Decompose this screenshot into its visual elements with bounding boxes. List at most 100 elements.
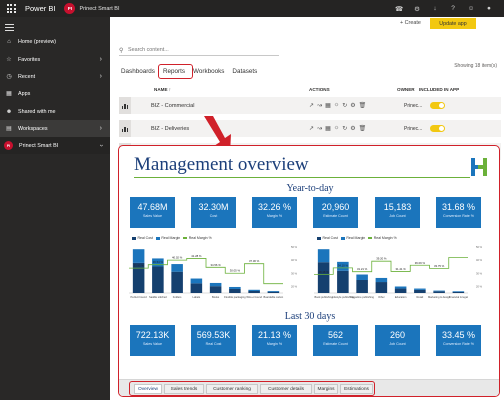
clock-icon: ◷ <box>6 74 12 80</box>
share-icon[interactable]: ↝ <box>317 125 322 132</box>
kpi-card: 260 Job Count <box>375 325 420 356</box>
x-tick-label: Perfect bound <box>131 295 148 299</box>
data-label: 36.09 % <box>415 261 426 265</box>
kpi-value: 47.68M <box>137 202 168 212</box>
excel-icon[interactable]: ▦ <box>325 102 331 109</box>
bar-real-margin <box>356 274 368 280</box>
download-icon[interactable]: ↓ <box>426 5 444 12</box>
nav-item-favorites[interactable]: ☆ Favorites › <box>0 51 110 68</box>
legend-label: Real Margin <box>161 236 181 240</box>
create-button[interactable]: + Create <box>400 20 421 26</box>
y-tick-label: 20 % <box>476 284 483 288</box>
nav-item-home[interactable]: ⌂ Home (preview) <box>0 33 110 50</box>
x-tick-label: Saddle stitched <box>149 295 167 299</box>
report-page-tabs: Overview Sales trends Customer ranking C… <box>119 379 499 396</box>
top-bar: Power BI PI Prinect Smart BI ☎ ⚙ ↓ ? ☺ ● <box>0 0 504 17</box>
y-tick-label: 40 % <box>476 258 483 262</box>
data-label: 41.28 % <box>191 254 202 258</box>
nav-item-current-workspace[interactable]: PI Prinect Smart BI › <box>0 137 110 154</box>
legend-swatch <box>183 237 188 239</box>
bar-real-margin <box>394 286 407 289</box>
excel-icon[interactable]: ▦ <box>325 125 331 132</box>
bar-real-cost <box>433 291 445 293</box>
x-tick-label: Books <box>212 295 220 299</box>
kpi-value: 33.45 % <box>441 330 476 340</box>
settings-icon[interactable]: ⚙ <box>350 102 355 109</box>
col-included: INCLUDED IN APP <box>419 87 460 92</box>
bell-icon[interactable]: ☎ <box>390 5 408 13</box>
nav-item-workspaces[interactable]: ▤ Workspaces › <box>0 120 110 137</box>
legend-label: Real Margin <box>346 236 366 240</box>
row-actions: ↗ ↝ ▦ ☼ ↻ ⚙ 🗑 <box>309 125 366 132</box>
kpi-value: 32.30M <box>198 202 229 212</box>
report-name[interactable]: BIZ - Deliveries <box>151 126 189 132</box>
bar-real-cost <box>317 262 330 293</box>
kpi-card: 20,960 Estimate Count <box>313 197 358 228</box>
bar-real-margin <box>414 288 426 290</box>
bar-real-margin <box>248 289 260 291</box>
kpi-value: 20,960 <box>321 202 350 212</box>
tab-datasets[interactable]: Datasets <box>232 68 257 75</box>
chart-icon[interactable]: ↗ <box>309 102 314 109</box>
x-tick-label: Education <box>395 295 407 299</box>
table-row[interactable]: BIZ - Commercial ↗ ↝ ▦ ☼ ↻ ⚙ 🗑 Prinec... <box>119 97 501 114</box>
refresh-icon[interactable]: ↻ <box>342 102 347 109</box>
nav-item-recent[interactable]: ◷ Recent › <box>0 68 110 85</box>
power-bi-window: { "topbar": { "app_name": "Power BI", "w… <box>0 0 504 400</box>
x-tick-label: Financial & legal <box>449 295 468 299</box>
chart-legend: Real Cost Real Margin Real Margin % <box>129 236 212 240</box>
kpi-label: Conversion Rate % <box>443 214 474 218</box>
bar-real-margin <box>190 278 203 284</box>
legend-swatch <box>340 236 345 240</box>
include-in-app-toggle[interactable] <box>430 102 445 109</box>
delete-icon[interactable]: 🗑 <box>359 125 367 132</box>
data-label: 29.16 % <box>318 270 329 274</box>
bar-real-cost <box>375 282 388 293</box>
update-app-button[interactable]: Update app <box>430 18 476 29</box>
delete-icon[interactable]: 🗑 <box>359 102 367 109</box>
chart-by-product: Perfect bound Saddle stitched Folders Label… <box>129 245 298 299</box>
workspace-badge: PI <box>64 3 76 14</box>
col-name[interactable]: NAME ↑ <box>154 87 171 92</box>
report-title: Management overview <box>134 154 309 175</box>
tab-dashboards[interactable]: Dashboards <box>121 68 155 75</box>
chart-icon[interactable]: ↗ <box>309 125 314 132</box>
share-icon[interactable]: ↝ <box>317 102 322 109</box>
col-owner[interactable]: OWNER <box>397 87 415 92</box>
data-label: 31.21 % <box>357 267 368 271</box>
kpi-label: Sales Value <box>143 214 162 218</box>
tabs-highlight <box>129 381 375 396</box>
bar-real-margin <box>433 290 445 292</box>
include-in-app-toggle[interactable] <box>430 125 445 132</box>
nav-item-label: Favorites <box>18 56 41 63</box>
app-launcher-icon[interactable] <box>5 3 17 15</box>
search-input[interactable] <box>128 47 268 53</box>
left-nav: ⌂ Home (preview) ☆ Favorites › ◷ Recent … <box>0 17 110 400</box>
gear-icon[interactable]: ⚙ <box>408 5 426 13</box>
insights-icon[interactable]: ☼ <box>334 125 340 132</box>
kpi-card: 569.53K Real Cost <box>191 325 236 356</box>
table-row[interactable]: BIZ - Deliveries ↗ ↝ ▦ ☼ ↻ ⚙ 🗑 Prinec... <box>119 120 501 137</box>
help-icon[interactable]: ? <box>444 5 462 12</box>
bar-real-cost <box>394 288 407 293</box>
kpi-card: 47.68M Sales Value <box>130 197 175 228</box>
account-icon[interactable]: ● <box>480 5 498 12</box>
hamburger-icon[interactable] <box>5 24 14 33</box>
insights-icon[interactable]: ☼ <box>334 102 340 109</box>
x-tick-label: Labels <box>193 295 201 299</box>
chevron-right-icon: › <box>99 125 102 132</box>
kpi-card: 33.45 % Conversion Rate % <box>436 325 481 356</box>
workspace-name[interactable]: Prinect Smart BI <box>79 6 119 12</box>
legend-swatch <box>317 236 321 240</box>
nav-item-apps[interactable]: ▦ Apps <box>0 85 110 102</box>
x-tick-label: Folders <box>173 295 182 299</box>
bar-real-margin <box>375 277 388 283</box>
settings-icon[interactable]: ⚙ <box>350 125 355 132</box>
nav-item-shared[interactable]: ☻ Shared with me <box>0 103 110 120</box>
report-name[interactable]: BIZ - Commercial <box>151 103 195 109</box>
tab-workbooks[interactable]: Workbooks <box>193 68 224 75</box>
data-label: 34.10 % <box>338 263 349 267</box>
refresh-icon[interactable]: ↻ <box>342 125 347 132</box>
smiley-icon[interactable]: ☺ <box>462 5 480 12</box>
kpi-label: Real Cost <box>205 342 222 346</box>
